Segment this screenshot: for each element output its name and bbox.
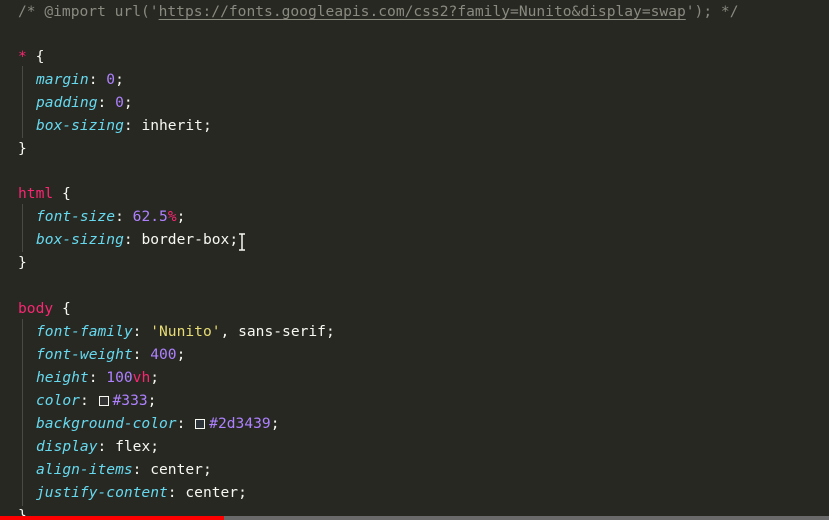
universal-selector-line: * { <box>18 45 44 68</box>
property-name: font-weight <box>36 346 133 363</box>
color-swatch[interactable] <box>98 396 109 406</box>
brace-close: } <box>18 507 27 516</box>
import-url-link[interactable]: https://fonts.googleapis.com/css2?family… <box>159 3 686 20</box>
property-name: color <box>36 392 80 409</box>
code-editor[interactable]: /* @import url('https://fonts.googleapis… <box>0 0 829 520</box>
import-comment-prefix: /* @import url(' <box>18 3 159 20</box>
property-name: box-sizing <box>36 231 124 248</box>
text-cursor-icon <box>239 233 245 251</box>
declaration-line: margin: 0; <box>36 71 124 88</box>
declaration-line: font-family: 'Nunito', sans-serif; <box>36 323 335 340</box>
indent-guide <box>22 204 23 252</box>
declaration-line: align-items: center; <box>36 461 212 478</box>
property-name: box-sizing <box>36 117 124 134</box>
property-value: 100 <box>106 369 133 386</box>
video-progress-bar[interactable] <box>0 516 829 520</box>
property-value: center <box>185 484 239 501</box>
declaration-line: color: #333; <box>36 392 157 409</box>
indent-guide <box>22 319 23 506</box>
property-value: center <box>150 461 203 478</box>
brace-close: } <box>18 254 27 271</box>
unit: % <box>167 208 177 225</box>
brace-close: } <box>18 140 27 157</box>
brace-open: { <box>35 48 45 65</box>
color-value: #333 <box>112 392 148 409</box>
property-value: inherit <box>141 117 203 134</box>
brace-open: { <box>61 185 71 202</box>
property-value: border-box <box>141 231 230 248</box>
import-comment-line: /* @import url('https://fonts.googleapis… <box>18 0 738 23</box>
property-name: align-items <box>36 461 133 478</box>
property-value: 400 <box>150 346 177 363</box>
declaration-line: box-sizing: border-box; <box>36 231 239 248</box>
declaration-line: box-sizing: inherit; <box>36 117 212 134</box>
declaration-line: padding: 0; <box>36 94 133 111</box>
brace-close-line: } <box>18 251 27 274</box>
property-name: justify-content <box>36 484 168 501</box>
html-selector: html <box>18 185 54 202</box>
color-value: #2d3439 <box>209 415 271 432</box>
property-value: 62.5 <box>132 208 168 225</box>
property-value: 0 <box>115 94 124 111</box>
body-selector-line: body { <box>18 297 71 320</box>
html-selector-line: html { <box>18 182 71 205</box>
import-comment-suffix: '); */ <box>685 3 739 20</box>
property-name: height <box>36 369 89 386</box>
declaration-line: font-weight: 400; <box>36 346 186 363</box>
property-name: margin <box>36 71 89 88</box>
declaration-line: justify-content: center; <box>36 484 247 501</box>
declaration-line: font-size: 62.5%; <box>36 208 186 225</box>
brace-close-line: } <box>18 504 27 516</box>
property-name: background-color <box>36 415 177 432</box>
indent-guide <box>22 66 23 138</box>
declaration-line: display: flex; <box>36 438 160 455</box>
string-value: 'Nunito' <box>150 323 221 340</box>
property-value: sans-serif <box>238 323 326 340</box>
brace-open: { <box>61 300 71 317</box>
color-swatch[interactable] <box>195 419 206 429</box>
unit: vh <box>132 369 151 386</box>
property-name: display <box>36 438 98 455</box>
property-value: flex <box>115 438 151 455</box>
property-name: font-size <box>36 208 116 225</box>
declaration-line: background-color: #2d3439; <box>36 415 280 432</box>
property-name: font-family <box>36 323 133 340</box>
declaration-line: height: 100vh; <box>36 369 160 386</box>
universal-selector: * <box>18 48 27 65</box>
video-progress-played <box>0 516 224 520</box>
brace-close-line: } <box>18 137 27 160</box>
property-name: padding <box>36 94 98 111</box>
property-value: 0 <box>106 71 116 88</box>
body-selector: body <box>18 300 54 317</box>
